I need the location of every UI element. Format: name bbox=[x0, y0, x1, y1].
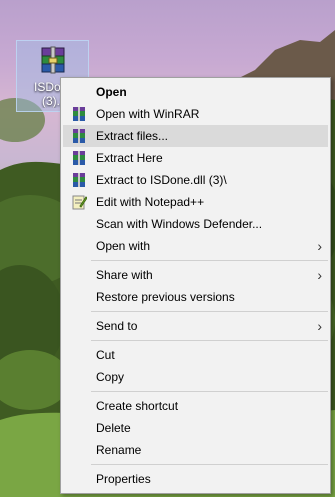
menu-item-extract-to-folder[interactable]: Extract to ISDone.dll (3)\ bbox=[63, 169, 328, 191]
menu-item-label: Extract to ISDone.dll (3)\ bbox=[96, 173, 227, 187]
chevron-right-icon: › bbox=[317, 318, 322, 334]
menu-item-delete[interactable]: Delete bbox=[63, 417, 328, 439]
menu-item-label: Send to bbox=[96, 319, 138, 333]
menu-item-label: Open bbox=[96, 85, 127, 99]
menu-item-label: Share with bbox=[96, 268, 153, 282]
menu-item-cut[interactable]: Cut bbox=[63, 344, 328, 366]
menu-item-scan-windows-defender[interactable]: Scan with Windows Defender... bbox=[63, 213, 328, 235]
menu-separator bbox=[91, 340, 328, 341]
menu-item-extract-files[interactable]: Extract files... bbox=[63, 125, 328, 147]
menu-item-send-to[interactable]: Send to › bbox=[63, 315, 328, 337]
winrar-icon bbox=[73, 173, 85, 187]
menu-item-label: Rename bbox=[96, 443, 142, 457]
menu-item-label: Properties bbox=[96, 472, 151, 486]
winrar-icon bbox=[73, 129, 85, 143]
menu-item-label: Open with WinRAR bbox=[96, 107, 200, 121]
context-menu: Open Open with WinRAR Extract files... E… bbox=[60, 77, 331, 494]
menu-item-label: Extract Here bbox=[96, 151, 163, 165]
menu-item-share-with[interactable]: Share with › bbox=[63, 264, 328, 286]
menu-item-label: Copy bbox=[96, 370, 125, 384]
winrar-icon bbox=[73, 107, 85, 121]
menu-item-create-shortcut[interactable]: Create shortcut bbox=[63, 395, 328, 417]
chevron-right-icon: › bbox=[317, 267, 322, 283]
menu-item-label: Open with bbox=[96, 239, 151, 253]
chevron-right-icon: › bbox=[317, 238, 322, 254]
menu-item-label: Edit with Notepad++ bbox=[96, 195, 205, 209]
menu-item-label: Cut bbox=[96, 348, 115, 362]
menu-item-label: Extract files... bbox=[96, 129, 169, 143]
menu-item-properties[interactable]: Properties bbox=[63, 468, 328, 490]
notepadpp-icon bbox=[72, 195, 87, 210]
menu-item-label: Create shortcut bbox=[96, 399, 179, 413]
menu-item-label: Delete bbox=[96, 421, 131, 435]
menu-item-rename[interactable]: Rename bbox=[63, 439, 328, 461]
menu-item-open-with[interactable]: Open with › bbox=[63, 235, 328, 257]
winrar-archive-icon bbox=[41, 46, 65, 74]
menu-item-copy[interactable]: Copy bbox=[63, 366, 328, 388]
menu-item-label: Restore previous versions bbox=[96, 290, 235, 304]
menu-separator bbox=[91, 260, 328, 261]
menu-item-edit-with-notepadpp[interactable]: Edit with Notepad++ bbox=[63, 191, 328, 213]
menu-item-extract-here[interactable]: Extract Here bbox=[63, 147, 328, 169]
menu-item-label: Scan with Windows Defender... bbox=[96, 217, 263, 231]
menu-item-restore-previous-versions[interactable]: Restore previous versions bbox=[63, 286, 328, 308]
menu-item-open[interactable]: Open bbox=[63, 81, 328, 103]
winrar-icon bbox=[73, 151, 85, 165]
menu-separator bbox=[91, 311, 328, 312]
menu-separator bbox=[91, 391, 328, 392]
menu-separator bbox=[91, 464, 328, 465]
menu-item-open-with-winrar[interactable]: Open with WinRAR bbox=[63, 103, 328, 125]
